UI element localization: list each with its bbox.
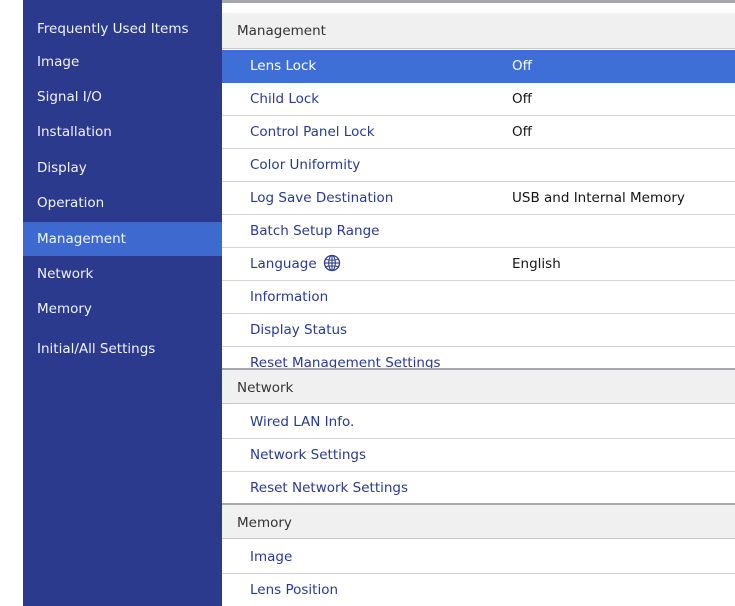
menu-row-label: Wired LAN Info. — [250, 414, 355, 430]
sidebar-item-image[interactable]: Image — [23, 45, 222, 79]
menu-row-label: Child Lock — [250, 91, 320, 107]
sidebar-menu: Frequently Used Items Image Signal I/O I… — [23, 0, 222, 606]
menu-row-value: English — [512, 256, 561, 272]
menu-row-label: Network Settings — [250, 447, 367, 463]
menu-row-reset-network-settings[interactable]: Reset Network Settings — [222, 472, 735, 505]
section-header-network: Network — [222, 368, 735, 404]
menu-row-network-settings[interactable]: Network Settings — [222, 439, 735, 472]
globe-icon — [323, 254, 340, 272]
menu-row-label: Display Status — [250, 322, 348, 338]
menu-row-color-uniformity[interactable]: Color Uniformity — [222, 149, 735, 182]
menu-row-label: Lens Position — [250, 582, 339, 598]
sidebar-item-signal-io[interactable]: Signal I/O — [23, 80, 222, 114]
menu-row-value: Off — [512, 91, 532, 107]
sidebar-item-management[interactable]: Management — [23, 222, 222, 256]
projector-menu-screen: Frequently Used Items Image Signal I/O I… — [0, 0, 735, 606]
menu-row-label: Image — [250, 549, 293, 565]
menu-row-lens-lock[interactable]: Lens Lock Off — [222, 50, 735, 83]
menu-row-batch-setup-range[interactable]: Batch Setup Range — [222, 215, 735, 248]
menu-row-label: Information — [250, 289, 329, 305]
menu-row-memory-image[interactable]: Image — [222, 541, 735, 574]
menu-row-lens-position[interactable]: Lens Position — [222, 574, 735, 606]
menu-row-label: Control Panel Lock — [250, 124, 375, 140]
menu-row-label-group: Language — [250, 248, 341, 280]
menu-row-value: USB and Internal Memory — [512, 190, 685, 206]
section-header-memory: Memory — [222, 503, 735, 539]
settings-panel: Management Lens Lock Off Child Lock Off … — [222, 0, 735, 606]
menu-row-information[interactable]: Information — [222, 281, 735, 314]
sidebar-item-operation[interactable]: Operation — [23, 186, 222, 220]
sidebar-item-installation[interactable]: Installation — [23, 115, 222, 149]
menu-row-child-lock[interactable]: Child Lock Off — [222, 83, 735, 116]
menu-row-value: Off — [512, 124, 532, 140]
menu-row-value: Off — [512, 58, 532, 74]
menu-row-label: Batch Setup Range — [250, 223, 380, 239]
menu-row-wired-lan-info[interactable]: Wired LAN Info. — [222, 406, 735, 439]
menu-row-log-save-destination[interactable]: Log Save Destination USB and Internal Me… — [222, 182, 735, 215]
sidebar-item-initial-all-settings[interactable]: Initial/All Settings — [23, 332, 222, 366]
sidebar-item-network[interactable]: Network — [23, 257, 222, 291]
sidebar-item-memory[interactable]: Memory — [23, 292, 222, 326]
menu-row-label: Reset Network Settings — [250, 480, 409, 496]
menu-row-label: Lens Lock — [250, 58, 317, 74]
menu-row-display-status[interactable]: Display Status — [222, 314, 735, 347]
menu-row-label: Log Save Destination — [250, 190, 394, 206]
sidebar-item-frequently-used-items[interactable]: Frequently Used Items — [23, 12, 222, 46]
section-header-management: Management — [222, 13, 735, 49]
menu-row-label: Color Uniformity — [250, 157, 361, 173]
menu-row-label: Language — [250, 256, 317, 272]
sidebar-item-display[interactable]: Display — [23, 151, 222, 185]
menu-row-language[interactable]: Language English — [222, 248, 735, 281]
menu-row-control-panel-lock[interactable]: Control Panel Lock Off — [222, 116, 735, 149]
